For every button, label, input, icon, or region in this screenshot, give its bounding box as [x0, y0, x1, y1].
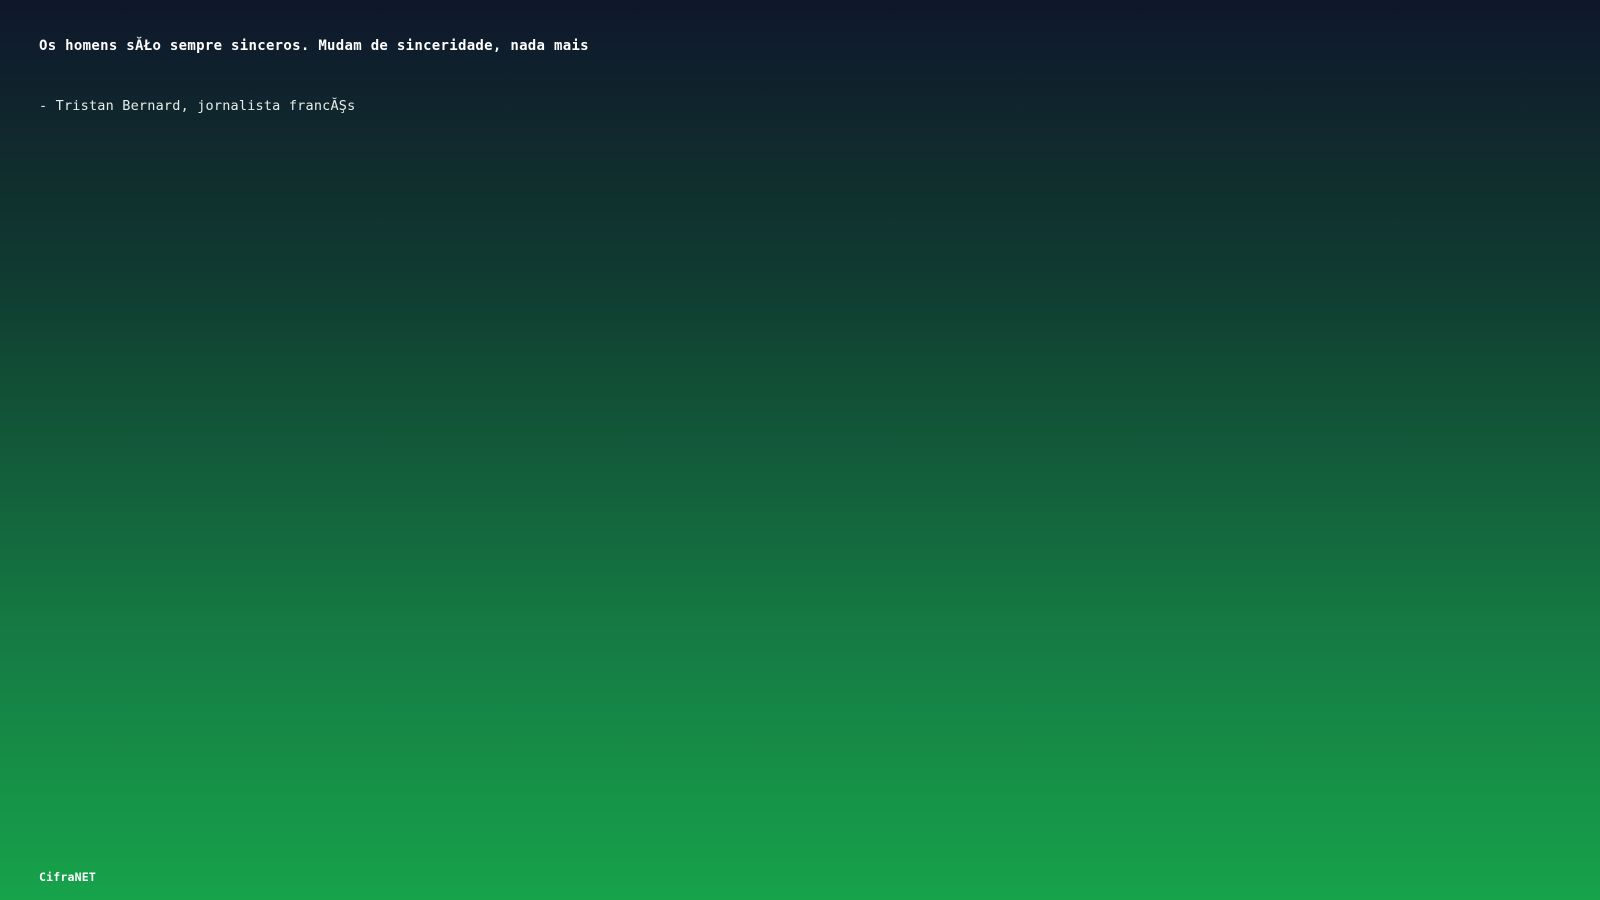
quote-text: Os homens sĂŁo sempre sinceros. Mudam de…	[39, 38, 589, 54]
brand-label: CifraNET	[39, 870, 96, 884]
quote-screen: Os homens sĂŁo sempre sinceros. Mudam de…	[0, 0, 1600, 900]
quote-author: - Tristan Bernard, jornalista francĂŞs	[39, 98, 356, 114]
